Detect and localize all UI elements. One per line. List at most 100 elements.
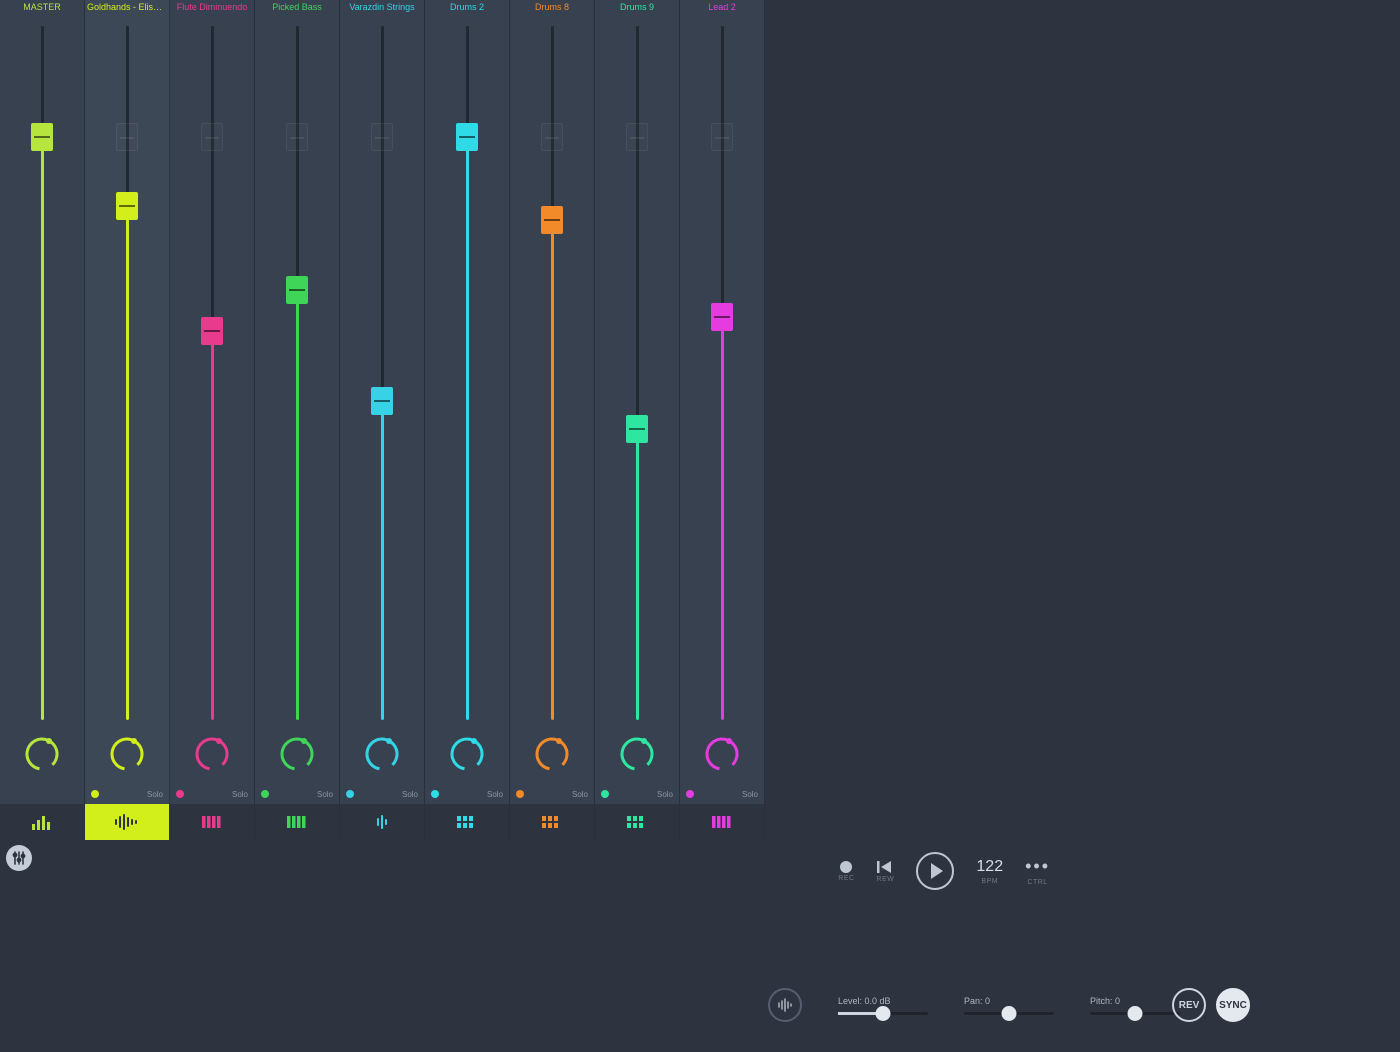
channel-type-icon[interactable] [680, 804, 764, 840]
mute-button[interactable] [601, 790, 609, 798]
channel-type-icon[interactable] [0, 804, 84, 840]
channel-name: Drums 9 [595, 0, 679, 14]
rewind-button[interactable]: REW [877, 860, 895, 883]
fader-handle[interactable] [116, 192, 138, 220]
mute-button[interactable] [346, 790, 354, 798]
transport-controls: REC REW 122 BPM ••• CTRL [838, 846, 1050, 896]
play-icon [931, 863, 943, 879]
mute-button[interactable] [176, 790, 184, 798]
channel-strip[interactable]: Drums 2 Solo [425, 0, 510, 840]
play-button[interactable] [916, 852, 954, 890]
solo-button[interactable]: Solo [487, 790, 503, 799]
channel-type-icon[interactable] [595, 804, 679, 840]
pitch-slider[interactable]: Pitch: 0 [1090, 996, 1180, 1015]
mute-button[interactable] [91, 790, 99, 798]
record-button[interactable]: REC [838, 861, 854, 882]
fader[interactable] [0, 14, 84, 724]
fader[interactable] [85, 14, 169, 724]
fader-handle[interactable] [371, 387, 393, 415]
solo-button[interactable]: Solo [232, 790, 248, 799]
sample-controls: Level: 0.0 dB Pan: 0 Pitch: 0 [768, 988, 1180, 1022]
pitch-label: Pitch: 0 [1090, 996, 1120, 1006]
channel-type-icon[interactable] [170, 804, 254, 840]
fader-handle[interactable] [456, 123, 478, 151]
rewind-label: REW [877, 876, 895, 883]
channel-type-icon[interactable] [85, 804, 169, 840]
bottom-bar [0, 840, 1400, 876]
pan-knob[interactable] [0, 724, 84, 784]
record-label: REC [838, 875, 854, 882]
pan-knob[interactable] [255, 724, 339, 784]
level-slider[interactable]: Level: 0.0 dB [838, 996, 928, 1015]
channel-type-icon[interactable] [425, 804, 509, 840]
channel-type-icon[interactable] [255, 804, 339, 840]
sync-button[interactable]: SYNC [1216, 988, 1250, 1022]
solo-button[interactable]: Solo [317, 790, 333, 799]
reverse-button[interactable]: REV [1172, 988, 1206, 1022]
mute-button[interactable] [431, 790, 439, 798]
channel-strip[interactable]: MASTER [0, 0, 85, 840]
channel-type-icon[interactable] [340, 804, 424, 840]
fader-handle[interactable] [626, 415, 648, 443]
channel-strip[interactable]: Drums 8 Solo [510, 0, 595, 840]
solo-button[interactable]: Solo [657, 790, 673, 799]
fader[interactable] [680, 14, 764, 724]
channel-strip[interactable]: Varazdin Strings Solo [340, 0, 425, 840]
fader-handle[interactable] [31, 123, 53, 151]
mute-solo-row: Solo [680, 784, 764, 804]
mute-solo-row: Solo [595, 784, 679, 804]
fader[interactable] [425, 14, 509, 724]
more-icon: ••• [1025, 856, 1050, 877]
more-controls-button[interactable]: ••• CTRL [1025, 856, 1050, 886]
fader[interactable] [510, 14, 594, 724]
pan-knob[interactable] [170, 724, 254, 784]
pan-slider[interactable]: Pan: 0 [964, 996, 1054, 1015]
sample-mode-buttons: REV SYNC [1172, 988, 1250, 1022]
fader[interactable] [340, 14, 424, 724]
fader-handle[interactable] [201, 317, 223, 345]
channel-type-icon[interactable] [510, 804, 594, 840]
pan-knob[interactable] [425, 724, 509, 784]
waveform-icon [777, 998, 793, 1012]
channel-strip[interactable]: Lead 2 Solo [680, 0, 765, 840]
ctrl-label: CTRL [1027, 879, 1047, 886]
channel-strip[interactable]: Drums 9 Solo [595, 0, 680, 840]
mute-solo-row: Solo [425, 784, 509, 804]
mute-button[interactable] [686, 790, 694, 798]
channel-name: Drums 2 [425, 0, 509, 14]
channel-name: Picked Bass [255, 0, 339, 14]
mute-solo-row: Solo [510, 784, 594, 804]
pan-knob[interactable] [340, 724, 424, 784]
fader[interactable] [255, 14, 339, 724]
pan-knob[interactable] [510, 724, 594, 784]
solo-button[interactable]: Solo [402, 790, 418, 799]
channel-name: Drums 8 [510, 0, 594, 14]
mixer-settings-button[interactable] [6, 845, 32, 871]
bpm-label: BPM [981, 878, 998, 885]
channel-name: Lead 2 [680, 0, 764, 14]
solo-button[interactable]: Solo [147, 790, 163, 799]
bpm-display[interactable]: 122 BPM [976, 858, 1003, 885]
channel-name: Goldhands - Elisa (...ocal) [85, 0, 169, 14]
fader-handle[interactable] [286, 276, 308, 304]
preview-button[interactable] [768, 988, 802, 1022]
channel-name: Varazdin Strings [340, 0, 424, 14]
mute-solo-row: Solo [255, 784, 339, 804]
channel-strip[interactable]: Picked Bass Solo [255, 0, 340, 840]
fader[interactable] [595, 14, 679, 724]
solo-button[interactable]: Solo [572, 790, 588, 799]
mute-button[interactable] [261, 790, 269, 798]
fader[interactable] [170, 14, 254, 724]
mute-button[interactable] [516, 790, 524, 798]
mute-solo-row: Solo [340, 784, 424, 804]
solo-button[interactable]: Solo [742, 790, 758, 799]
fader-handle[interactable] [541, 206, 563, 234]
mute-solo-row: Solo [170, 784, 254, 804]
pan-knob[interactable] [595, 724, 679, 784]
pan-knob[interactable] [680, 724, 764, 784]
channel-strip[interactable]: Flute Diminuendo Solo [170, 0, 255, 840]
fader-handle[interactable] [711, 303, 733, 331]
channel-strip[interactable]: Goldhands - Elisa (...ocal) Solo [85, 0, 170, 840]
channel-name: MASTER [0, 0, 84, 14]
pan-knob[interactable] [85, 724, 169, 784]
